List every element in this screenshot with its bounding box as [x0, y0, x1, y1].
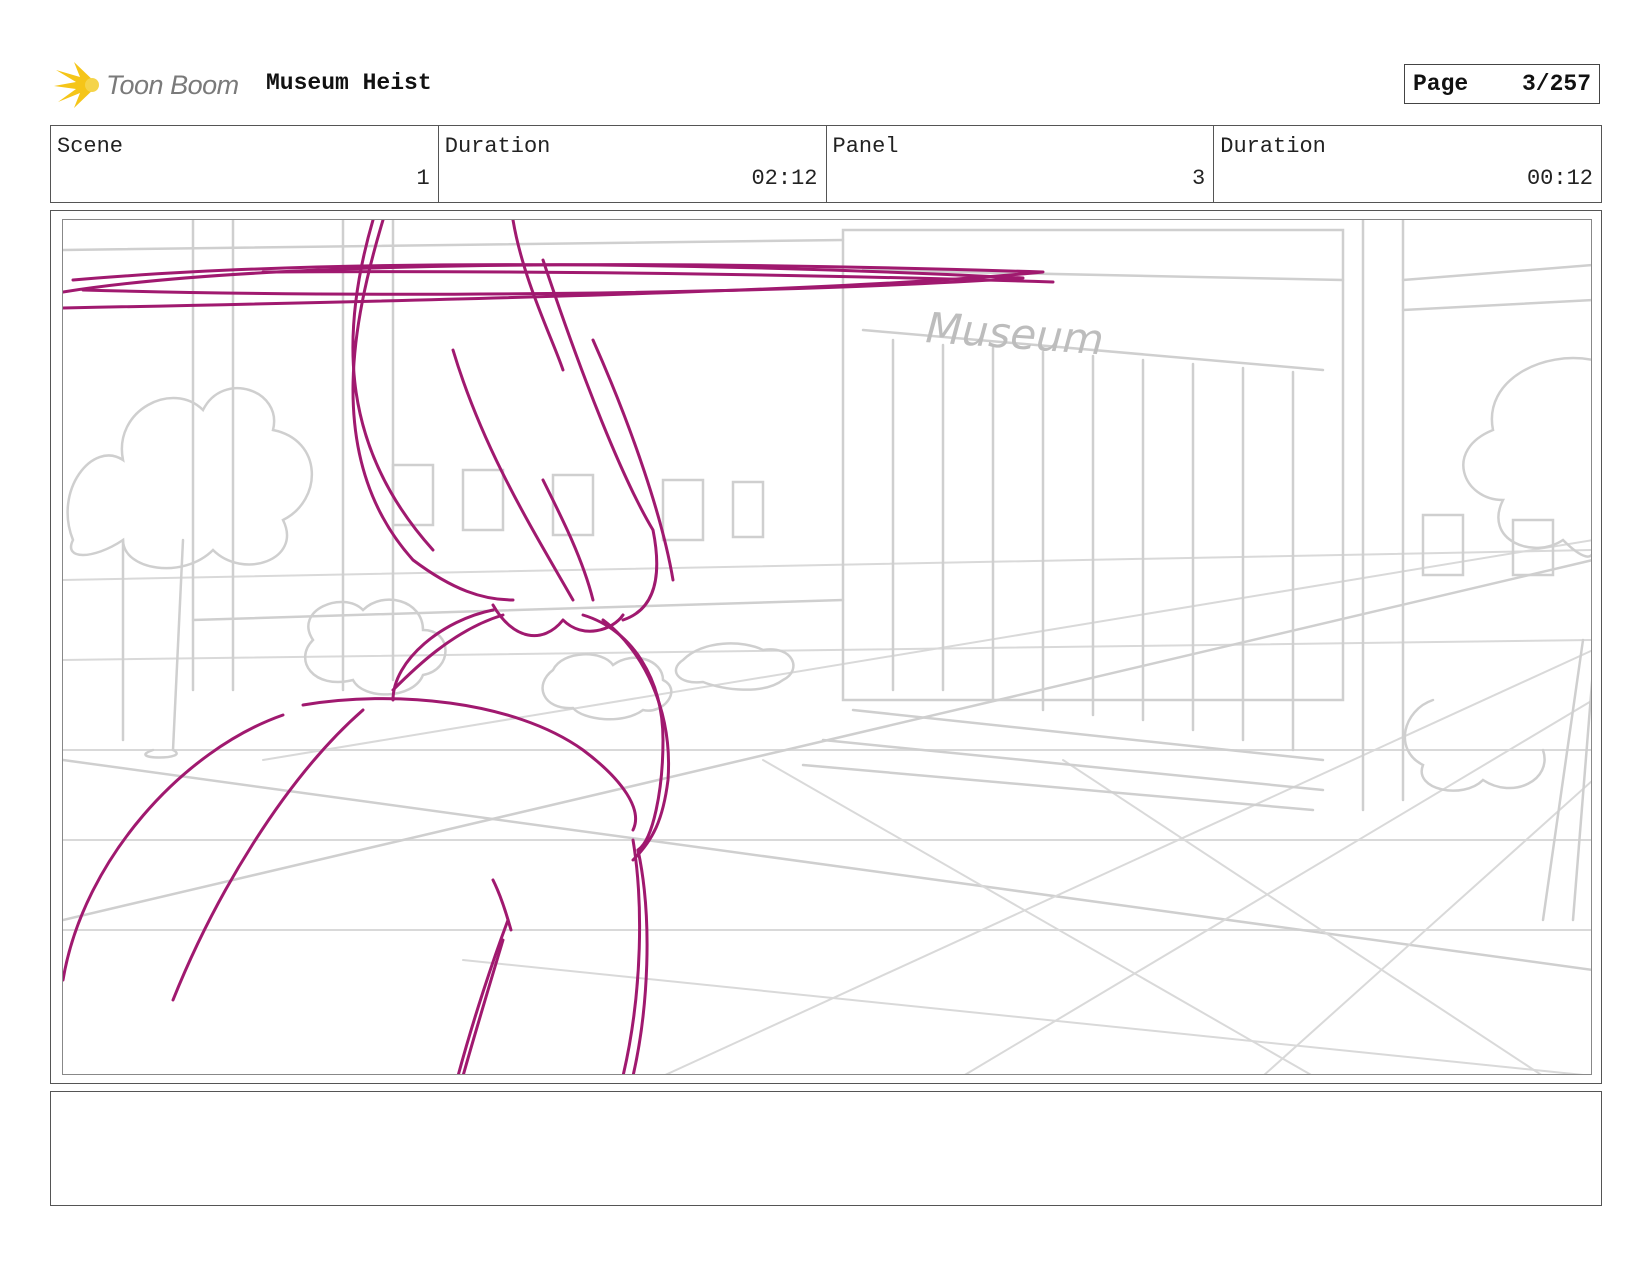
- storyboard-header: Toon Boom Museum Heist Page 3/257: [54, 58, 1604, 112]
- scene-duration-value: 02:12: [751, 166, 818, 191]
- page-label: Page: [1413, 71, 1469, 97]
- scene-info-table: Scene 1 Duration 02:12 Panel 3 Duration …: [50, 125, 1602, 203]
- panel-label: Panel: [832, 134, 899, 159]
- page-number: 3/257: [1521, 71, 1591, 97]
- star-burst-icon: [54, 62, 99, 108]
- panel-artwork: Museum: [62, 219, 1592, 1075]
- museum-sign: Museum: [924, 303, 1105, 364]
- scene-cell: Scene 1: [51, 126, 439, 202]
- panel-value: 3: [1192, 166, 1206, 191]
- background-sketch: [63, 220, 1591, 1074]
- logo-text: Toon Boom: [106, 69, 239, 100]
- sketch-drawing: Museum: [63, 220, 1591, 1074]
- toon-boom-logo: Toon Boom: [54, 58, 254, 112]
- storyboard-panel: Museum: [50, 210, 1602, 1084]
- scene-duration-label: Duration: [444, 134, 551, 159]
- scene-label: Scene: [57, 134, 124, 159]
- page-indicator: Page 3/257: [1404, 64, 1600, 104]
- panel-notes: [50, 1091, 1602, 1206]
- panel-duration-cell: Duration 00:12: [1214, 126, 1601, 202]
- panel-duration-value: 00:12: [1526, 166, 1593, 191]
- project-title: Museum Heist: [266, 70, 432, 96]
- panel-duration-label: Duration: [1220, 134, 1326, 159]
- character-sketch: [63, 220, 1055, 1074]
- panel-cell: Panel 3: [827, 126, 1215, 202]
- scene-value: 1: [416, 166, 430, 191]
- scene-duration-cell: Duration 02:12: [439, 126, 827, 202]
